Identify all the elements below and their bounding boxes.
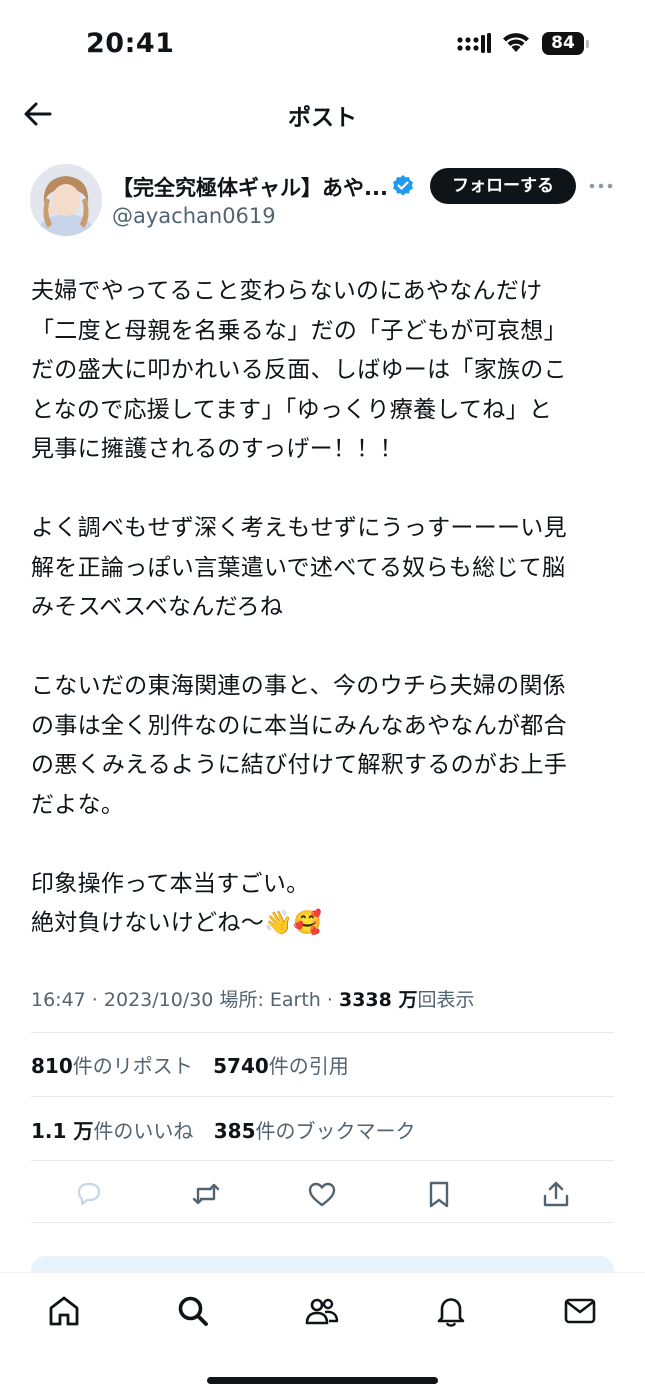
- heart-icon[interactable]: [306, 1178, 338, 1210]
- meta-separator: ·: [320, 989, 339, 1011]
- tweet-date[interactable]: 2023/10/30: [104, 989, 214, 1011]
- page-title: ポスト: [288, 105, 357, 131]
- tweet-location: 場所: Earth: [219, 989, 321, 1011]
- tweet-meta: 16:47 · 2023/10/30 場所: Earth · 3338 万回表示: [31, 985, 475, 1012]
- divider: [31, 1032, 614, 1033]
- communities-icon[interactable]: [304, 1293, 340, 1329]
- status-bar: 20:41 84: [0, 0, 645, 88]
- likes-count: 1.1 万: [31, 1119, 94, 1143]
- bookmarks-count: 385: [213, 1119, 256, 1143]
- quotes-count: 5740: [213, 1054, 269, 1078]
- likes-stat[interactable]: 1.1 万件のいいね: [31, 1119, 193, 1143]
- display-name[interactable]: 【完全究極体ギャル】あや...: [112, 172, 388, 202]
- battery-level: 84: [551, 33, 575, 53]
- repost-icon[interactable]: [190, 1178, 222, 1210]
- home-icon[interactable]: [46, 1293, 82, 1329]
- action-bar: [31, 1170, 614, 1220]
- search-icon[interactable]: [175, 1293, 211, 1329]
- bookmarks-label: 件のブックマーク: [255, 1119, 416, 1143]
- messages-icon[interactable]: [562, 1293, 598, 1329]
- likes-label: 件のいいね: [93, 1119, 194, 1143]
- bookmark-icon[interactable]: [423, 1178, 455, 1210]
- stats-row-reposts: 810件のリポスト 5740件の引用: [31, 1050, 363, 1079]
- meta-separator: ·: [85, 989, 104, 1011]
- quotes-stat[interactable]: 5740件の引用: [213, 1054, 349, 1078]
- views-count: 3338 万: [338, 989, 418, 1011]
- share-icon[interactable]: [540, 1178, 572, 1210]
- quotes-label: 件の引用: [268, 1054, 349, 1078]
- views-label: 回表示: [417, 989, 475, 1011]
- divider: [31, 1096, 614, 1097]
- home-indicator: [207, 1377, 438, 1384]
- handle[interactable]: @ayachan0619: [112, 204, 276, 228]
- divider: [31, 1160, 614, 1161]
- author-row: 【完全究極体ギャル】あや... @ayachan0619 フォローする: [0, 160, 645, 240]
- verified-badge-icon: [391, 174, 415, 198]
- reposts-count: 810: [31, 1054, 73, 1078]
- avatar[interactable]: [30, 164, 102, 236]
- bookmarks-stat[interactable]: 385件のブックマーク: [214, 1119, 416, 1143]
- tweet-text: 夫婦でやってること変わらないのにあやなんだけ 「二度と母親を名乗るな」だの「子ど…: [31, 278, 568, 936]
- bottom-nav: [0, 1272, 645, 1398]
- battery-icon: 84: [542, 32, 590, 55]
- more-dots-icon[interactable]: [588, 174, 614, 198]
- divider: [31, 1222, 614, 1223]
- follow-button[interactable]: フォローする: [430, 168, 576, 204]
- wifi-icon: [500, 30, 532, 54]
- notifications-icon[interactable]: [433, 1293, 469, 1329]
- reposts-stat[interactable]: 810件のリポスト: [31, 1054, 193, 1078]
- tweet-time[interactable]: 16:47: [31, 989, 86, 1011]
- cellular-signal-icon: [457, 33, 491, 55]
- stats-row-likes: 1.1 万件のいいね 385件のブックマーク: [31, 1115, 430, 1144]
- status-time: 20:41: [86, 28, 175, 59]
- header: ポスト: [0, 88, 645, 140]
- reply-icon[interactable]: [73, 1178, 105, 1210]
- reposts-label: 件のリポスト: [72, 1054, 193, 1078]
